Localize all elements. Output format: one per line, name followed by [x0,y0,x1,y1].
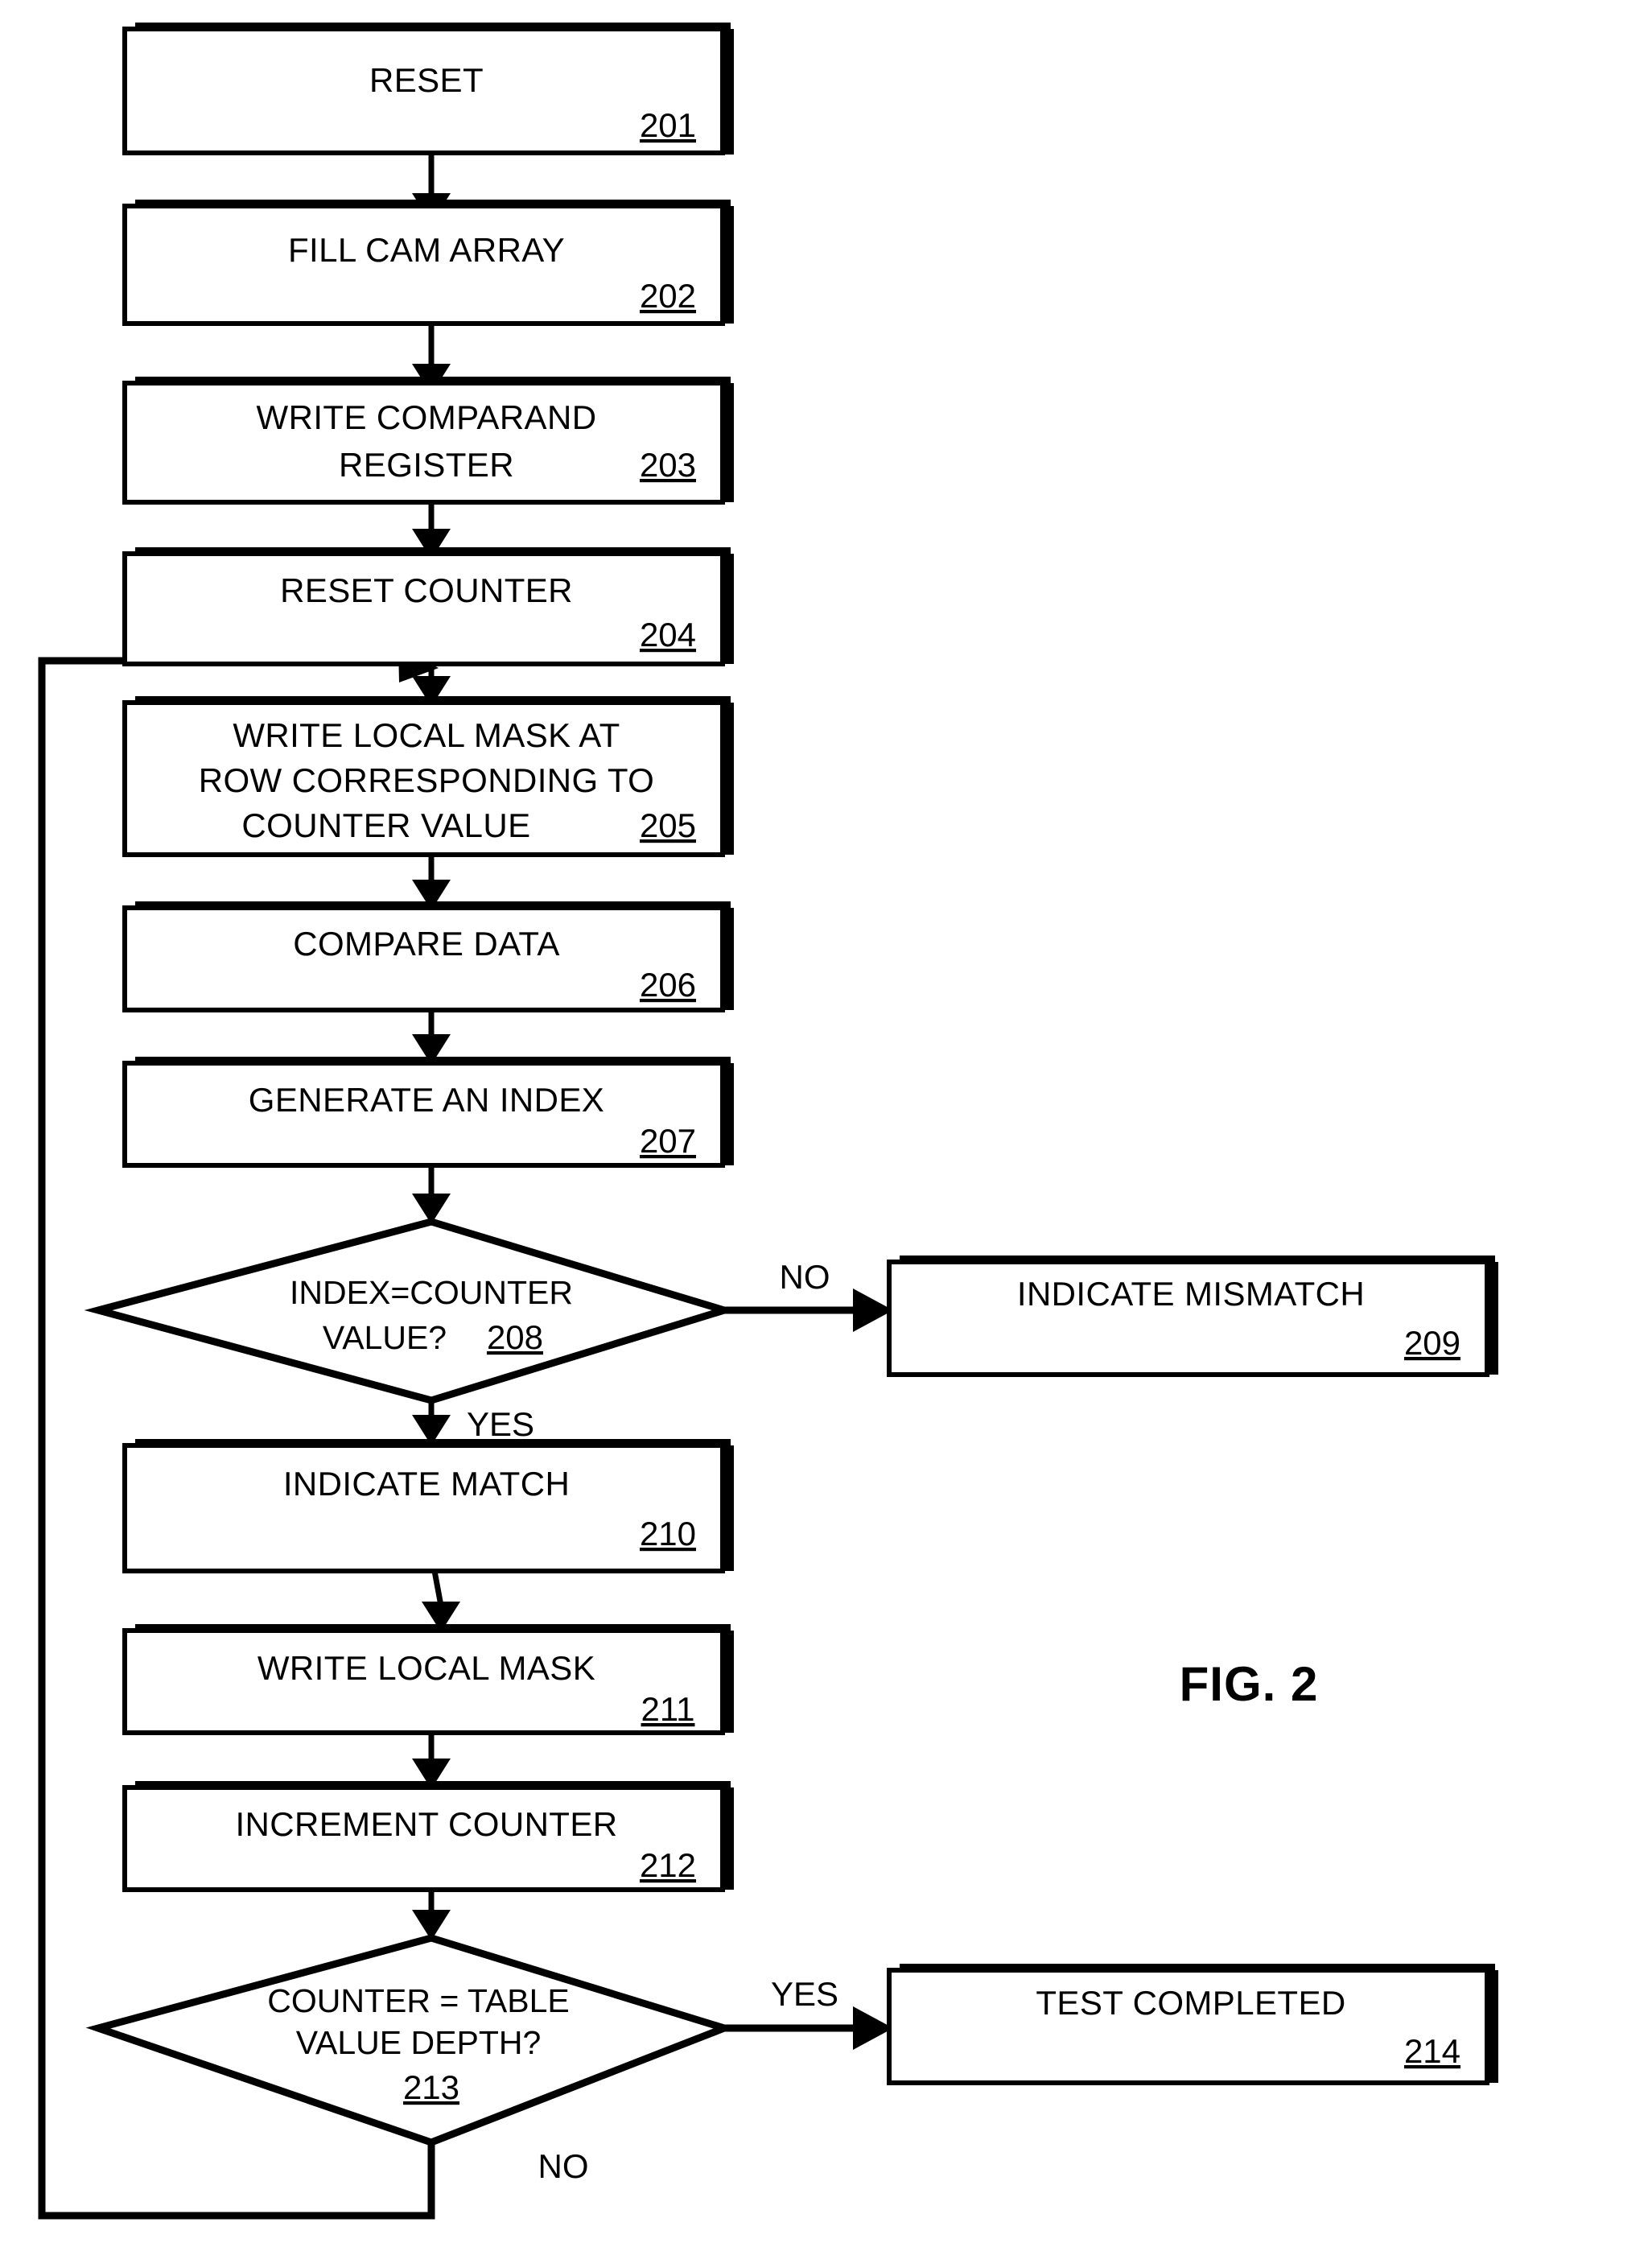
node-214[interactable]: TEST COMPLETED 214 [887,1964,1498,2085]
node-211-ref: 211 [641,1690,695,1728]
node-214-line-0: TEST COMPLETED [1036,1984,1345,2022]
node-208-line-0: INDEX=COUNTER [290,1274,573,1311]
node-209-ref: 209 [1404,1324,1460,1362]
branch-label-213-no: NO [538,2147,589,2185]
node-207[interactable]: GENERATE AN INDEX 207 [122,1057,734,1168]
node-201-ref: 201 [640,106,696,144]
branch-label-208-yes: YES [467,1405,534,1443]
node-206-ref: 206 [640,966,696,1004]
node-211[interactable]: WRITE LOCAL MASK 211 [122,1624,734,1735]
connector-210-211 [431,1570,444,1606]
branch-label-208-no: NO [780,1258,830,1296]
figure-label: FIG. 2 [1180,1657,1319,1711]
node-205-line-0: WRITE LOCAL MASK AT [233,716,620,754]
node-205-ref: 205 [640,806,696,844]
node-213-line-1: VALUE DEPTH? [296,2024,542,2061]
node-214-ref: 214 [1404,2032,1460,2070]
node-208-ref: 208 [487,1318,543,1356]
node-209-line-0: INDICATE MISMATCH [1017,1275,1365,1313]
node-204[interactable]: RESET COUNTER 204 [122,547,734,666]
node-212-ref: 212 [640,1846,696,1884]
node-203-line-1: REGISTER [339,446,514,484]
node-205-line-1: ROW CORRESPONDING TO [199,761,655,799]
node-207-ref: 207 [640,1122,696,1160]
node-212-line-0: INCREMENT COUNTER [235,1805,617,1843]
node-213[interactable]: COUNTER = TABLE VALUE DEPTH? 213 [85,1934,735,2146]
flowchart-svg: RESET 201 FILL CAM ARRAY 202 WRITE COMPA… [38,23,1498,2220]
node-208-diamond [84,1218,737,1404]
node-203-line-0: WRITE COMPARAND [257,398,597,436]
node-204-line-0: RESET COUNTER [280,571,573,609]
node-204-ref: 204 [640,616,696,654]
node-203-ref: 203 [640,446,696,484]
node-208-line-1: VALUE? [323,1319,447,1356]
node-206[interactable]: COMPARE DATA 206 [122,901,734,1012]
node-202-ref: 202 [640,277,696,315]
node-207-line-0: GENERATE AN INDEX [249,1081,604,1119]
node-202-line-0: FILL CAM ARRAY [288,231,565,269]
node-213-ref: 213 [403,2068,459,2106]
node-206-line-0: COMPARE DATA [293,925,560,963]
node-210-line-0: INDICATE MATCH [283,1465,570,1503]
node-205-line-2: COUNTER VALUE [241,806,530,844]
node-208[interactable]: INDEX=COUNTER VALUE? 208 [84,1218,737,1404]
node-212[interactable]: INCREMENT COUNTER 212 [122,1781,734,1892]
node-201-line-0: RESET [369,61,484,99]
node-203[interactable]: WRITE COMPARAND REGISTER 203 [122,377,734,505]
node-210[interactable]: INDICATE MATCH 210 [122,1439,734,1573]
node-213-line-0: COUNTER = TABLE [267,1982,570,2019]
node-202[interactable]: FILL CAM ARRAY 202 [122,200,734,326]
node-211-line-0: WRITE LOCAL MASK [257,1649,595,1687]
node-210-ref: 210 [640,1515,696,1552]
flowchart-canvas: RESET 201 FILL CAM ARRAY 202 WRITE COMPA… [0,0,1652,2243]
node-209[interactable]: INDICATE MISMATCH 209 [887,1256,1498,1377]
branch-label-213-yes: YES [771,1975,838,2013]
node-205[interactable]: WRITE LOCAL MASK AT ROW CORRESPONDING TO… [122,696,734,857]
node-201[interactable]: RESET 201 [122,23,734,155]
